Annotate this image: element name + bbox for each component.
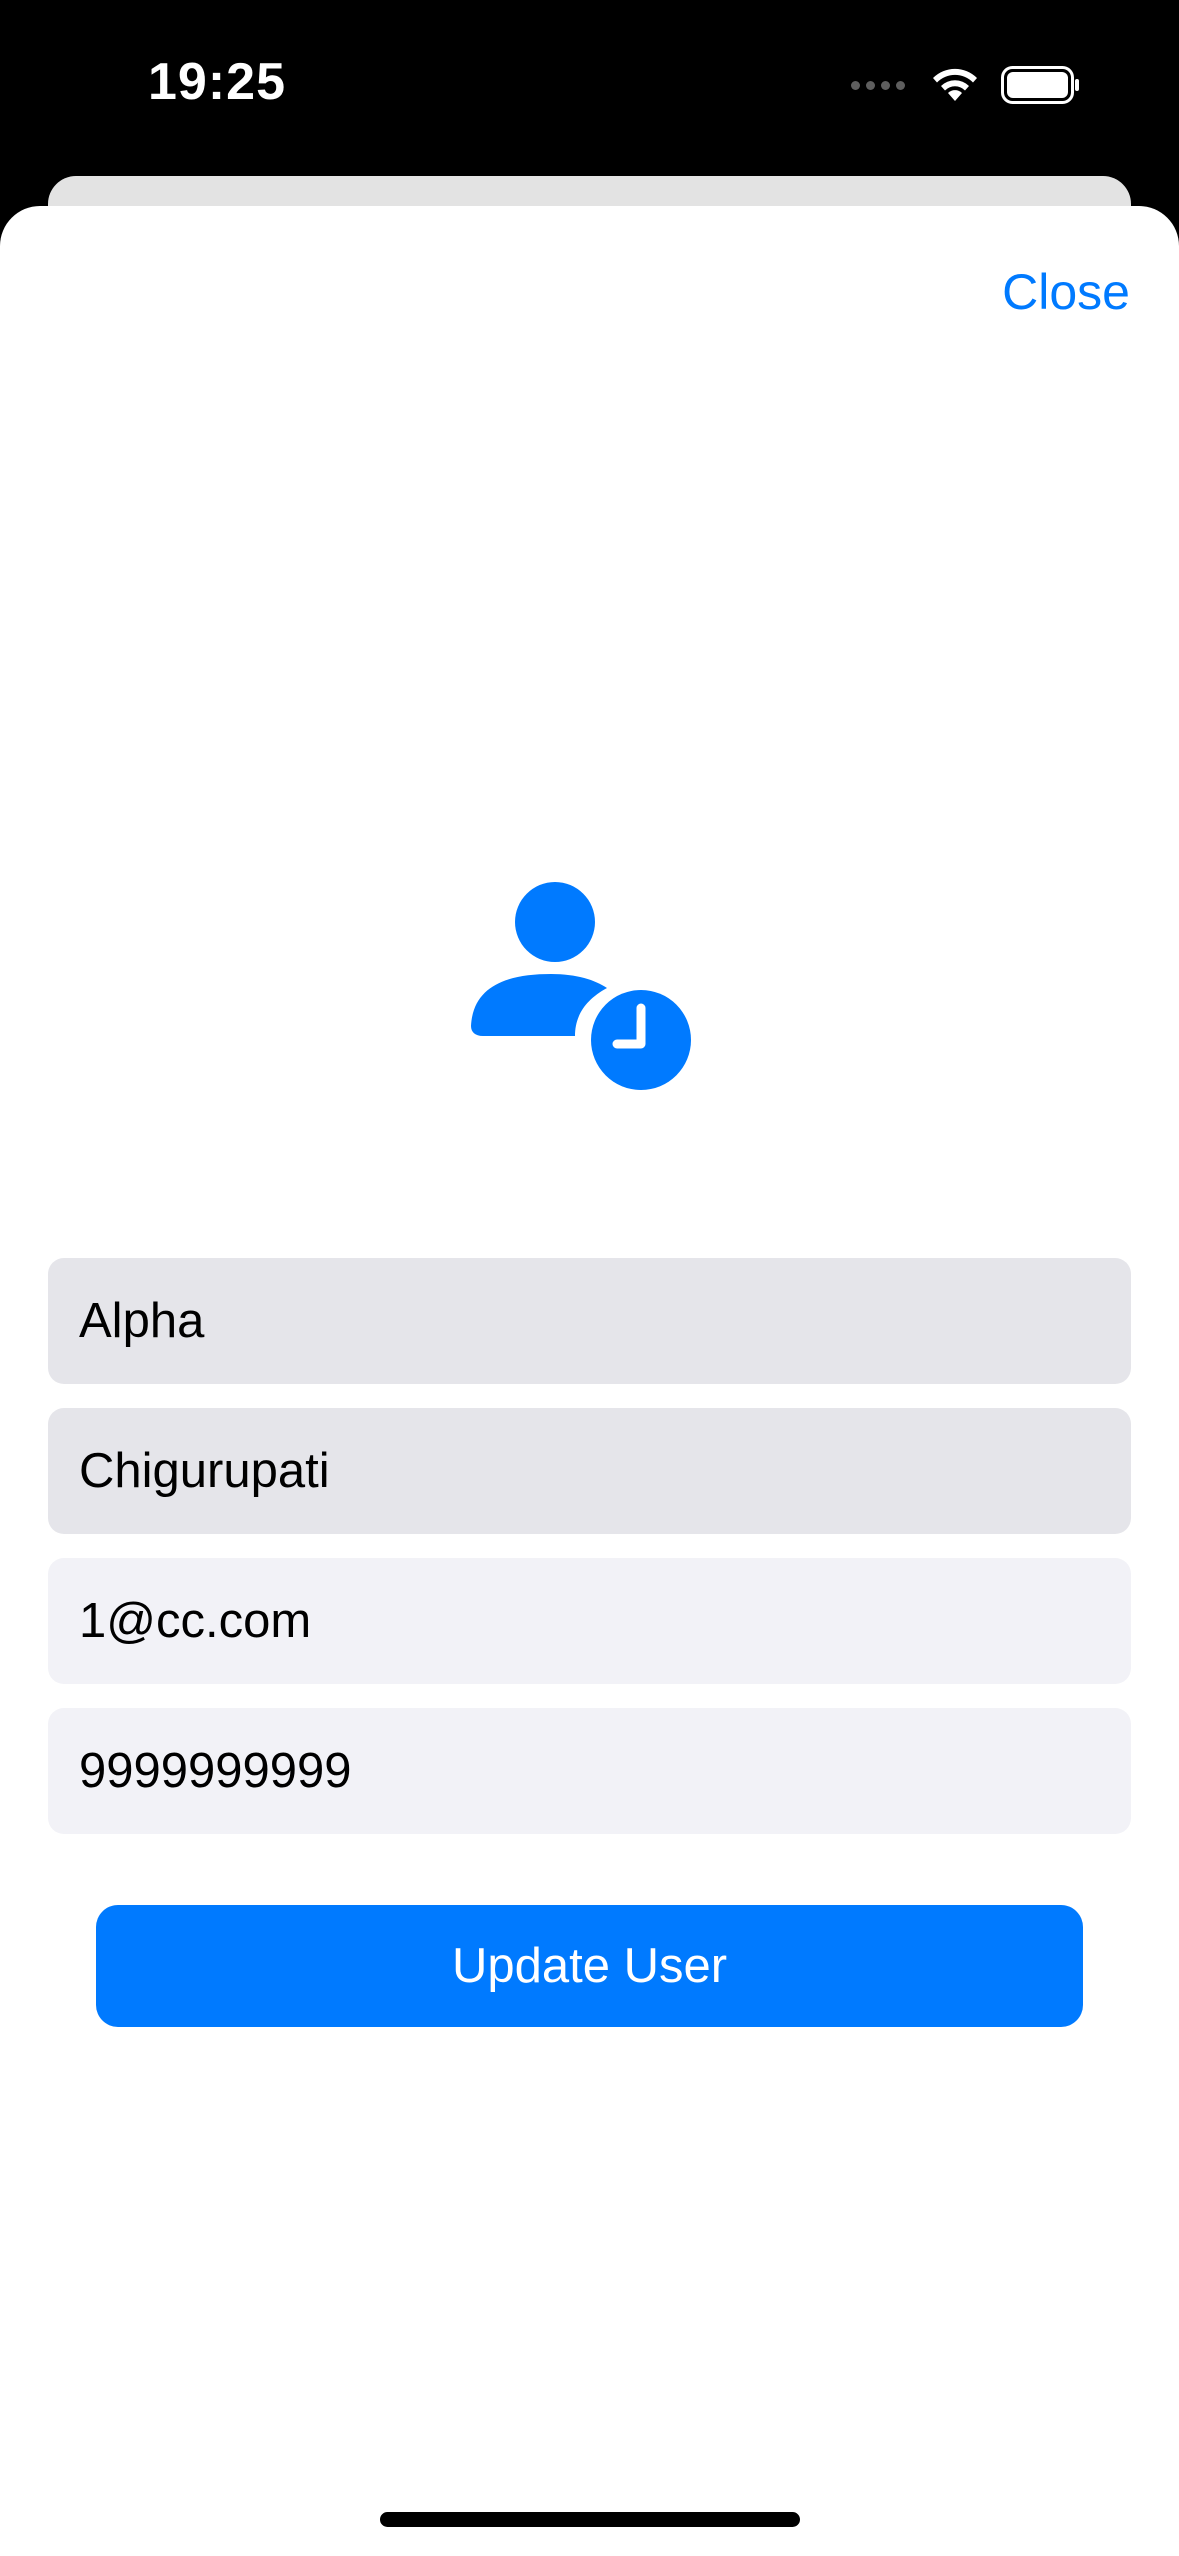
status-icons [851, 66, 1081, 104]
close-button[interactable]: Close [1002, 263, 1130, 321]
wifi-icon [933, 68, 977, 101]
home-indicator[interactable] [380, 2512, 800, 2527]
email-field[interactable]: 1@cc.com [48, 1558, 1131, 1684]
last-name-field[interactable]: Chigurupati [48, 1408, 1131, 1534]
phone-field[interactable]: 9999999999 [48, 1708, 1131, 1834]
cellular-signal-icon [851, 80, 905, 90]
status-bar: 19:25 [0, 0, 1179, 175]
update-user-button[interactable]: Update User [96, 1905, 1083, 2027]
person-clock-icon [471, 882, 697, 1098]
battery-icon [1001, 66, 1079, 104]
first-name-field[interactable]: Alpha [48, 1258, 1131, 1384]
status-time: 19:25 [148, 53, 286, 111]
edit-user-sheet: Close Alpha Chigurupati 1@cc.com 9999999… [0, 206, 1179, 2556]
